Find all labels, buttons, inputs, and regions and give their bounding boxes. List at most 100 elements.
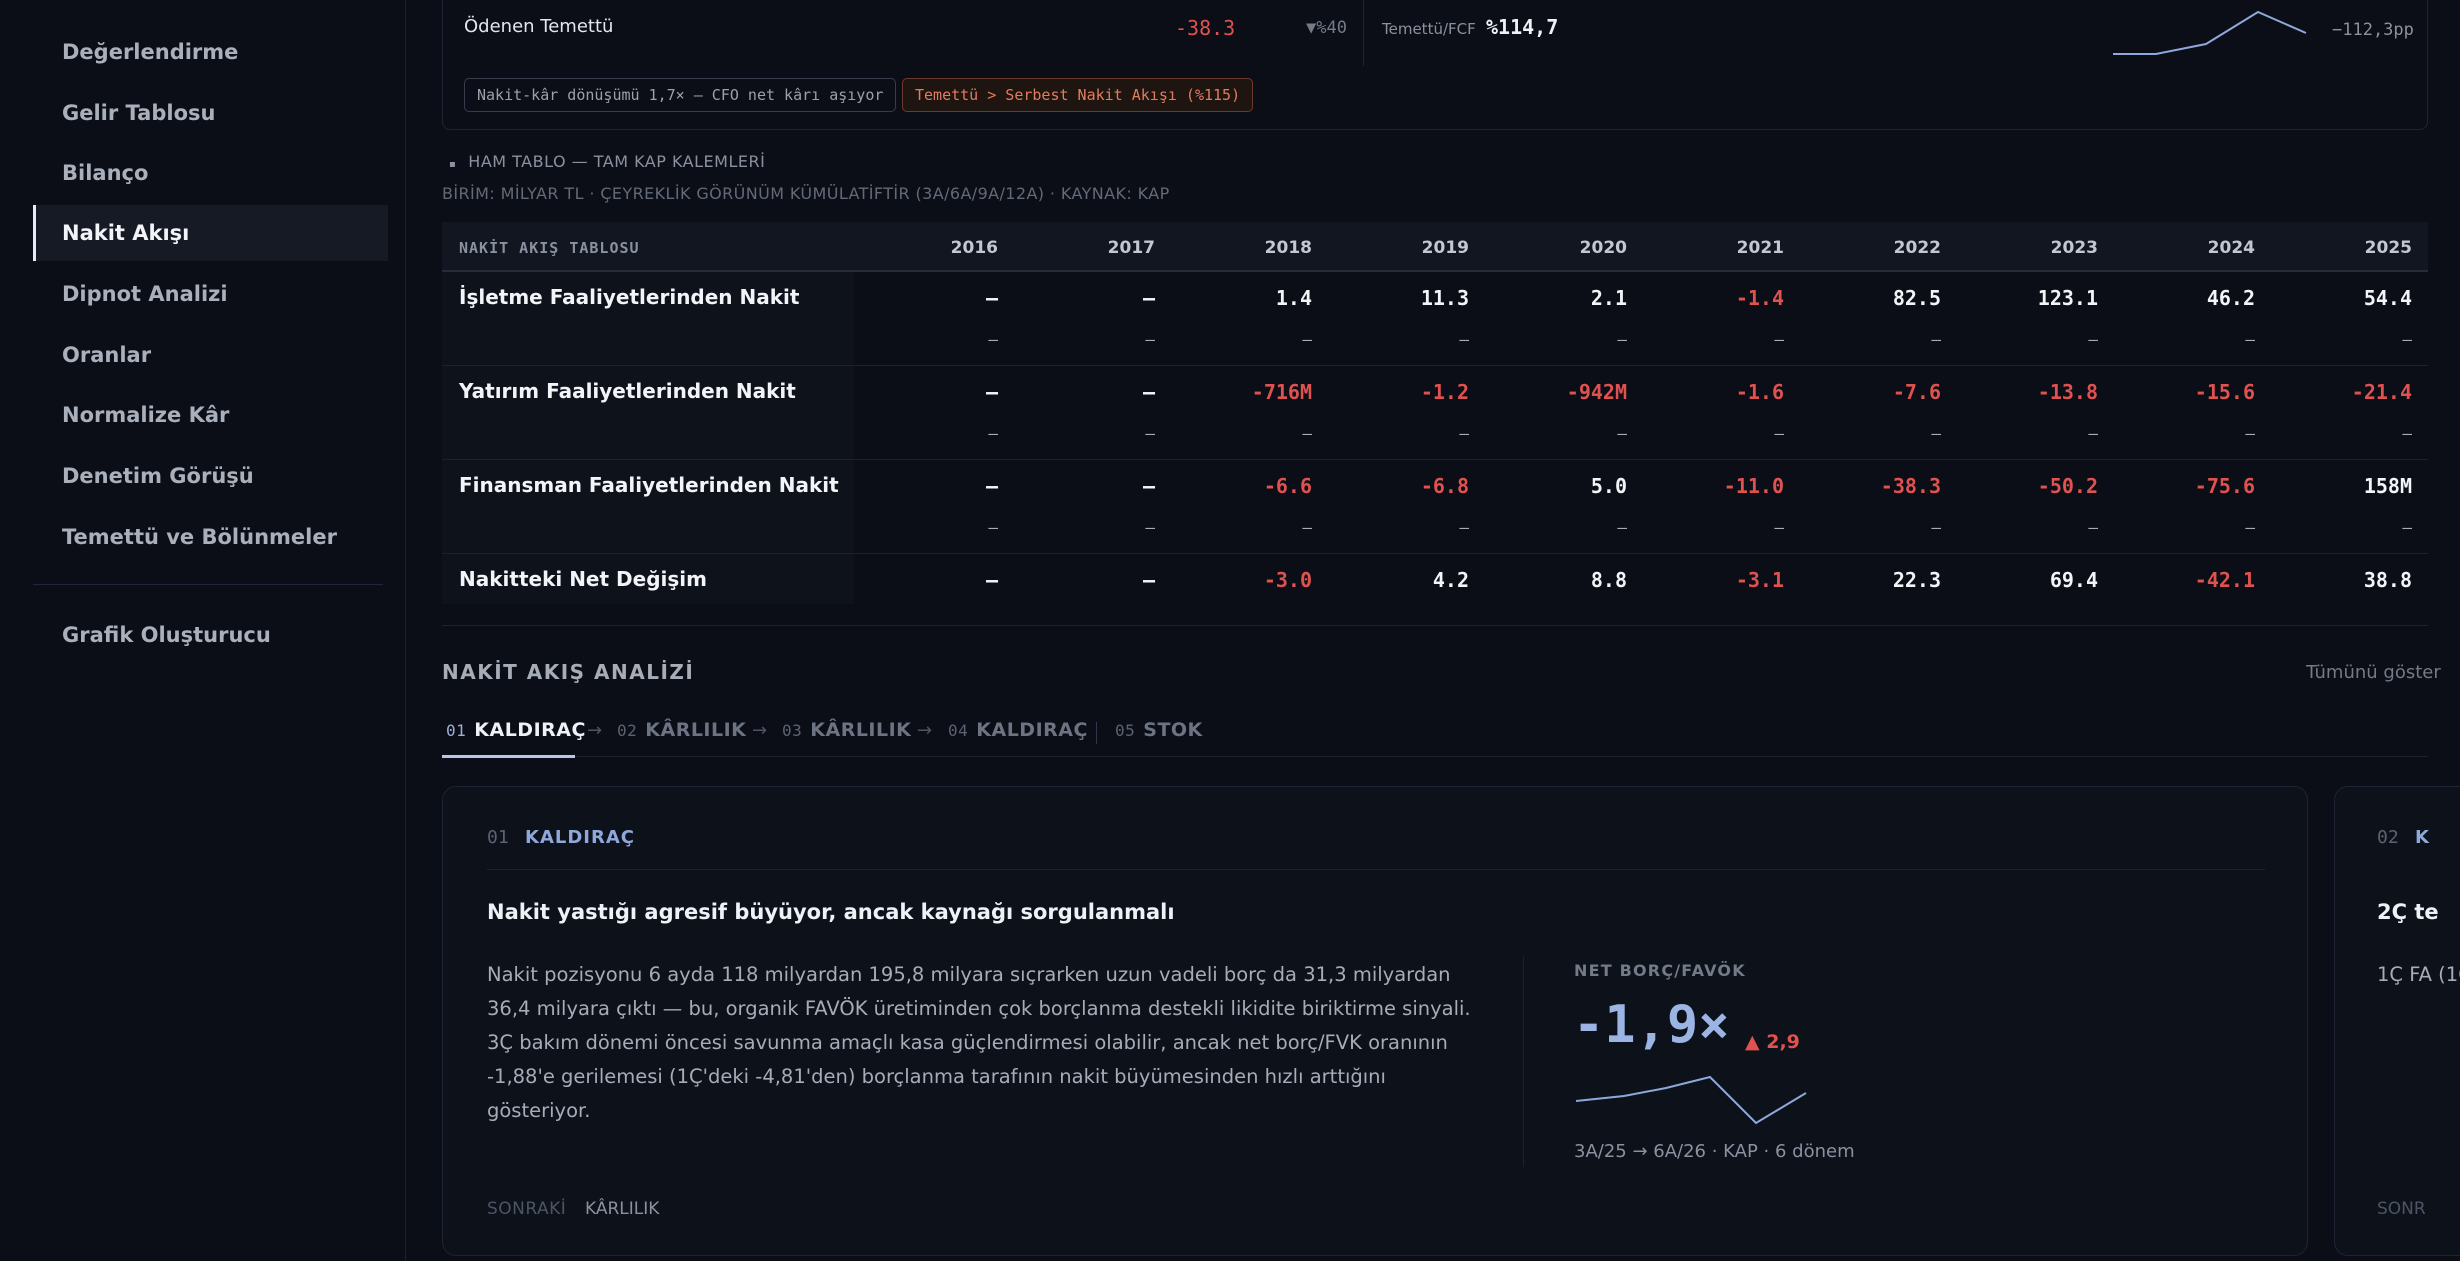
table-subcell: — [1774,330,1784,349]
table-cell: 123.1 [2037,286,2098,310]
year-header: 2021 [1736,238,1784,258]
table-cell: — [985,380,998,404]
dividend-fcf-sparkline [2113,10,2307,55]
sidebar-item-normalize-kar[interactable]: Normalize Kâr [33,387,388,443]
table-subcell: — [2088,518,2098,537]
table-cell: -11.0 [1723,474,1784,498]
table-cell: -13.8 [2037,380,2098,404]
show-all-link[interactable]: Tümünü göster [2306,662,2441,683]
table-cell: -6.8 [1420,474,1469,498]
tab-label: KÂRLILIK [810,719,912,741]
tab-label: KALDIRAÇ [976,719,1088,741]
table-subcell: — [1931,518,1941,537]
table-cell: 5.0 [1590,474,1627,498]
sidebar-item-bilanco[interactable]: Bilanço [33,145,388,201]
tab-karlilik-03[interactable]: 03 KÂRLILIK [782,719,911,741]
row-label: Nakitteki Net Değişim [459,567,707,591]
table-cell: -42.1 [2194,568,2255,592]
table-subcell: — [1774,424,1784,443]
table-cell: -15.6 [2194,380,2255,404]
sidebar-divider [33,584,383,585]
dividend-warning-tag: Temettü > Serbest Nakit Akışı (%115) [902,78,1254,112]
table-subcell: — [2245,330,2255,349]
tab-stok-05[interactable]: 05 STOK [1115,719,1203,741]
card-category: K [2415,827,2429,848]
table-subcell: — [2245,518,2255,537]
table-subcell: — [1459,330,1469,349]
metric-footer: 3A/25 → 6A/26 · KAP · 6 dönem [1574,1141,1855,1162]
next-label: SONR [2377,1199,2426,1219]
raw-table-title: HAM TABLO — TAM KAP KALEMLERİ [468,152,766,171]
raw-table-subtitle: BİRİM: MİLYAR TL · ÇEYREKLİK GÖRÜNÜM KÜM… [442,184,1170,203]
table-cell: 8.8 [1590,568,1627,592]
next-link[interactable]: KÂRLILIK [585,1199,659,1219]
table-cell: — [985,568,998,592]
table-cell: — [1142,474,1155,498]
table-subcell: — [1145,518,1155,537]
table-subcell: — [1774,518,1784,537]
sidebar-item-oranlar[interactable]: Oranlar [33,327,388,383]
tabs-baseline [442,756,2428,757]
table-subcell: — [2088,424,2098,443]
table-subcell: — [1459,424,1469,443]
analysis-title: NAKİT AKIŞ ANALİZİ [442,660,695,684]
table-subcell: — [988,424,998,443]
table-cell: 38.8 [2363,568,2412,592]
arrow-right-icon: → [752,720,768,741]
year-header: 2019 [1421,238,1469,258]
tab-label: KALDIRAÇ [474,719,586,741]
table-cell: 2.1 [1590,286,1627,310]
table-header: NAKİT AKIŞ TABLOSU 2016 2017 2018 2019 2… [442,222,2428,272]
table-subcell: — [1459,518,1469,537]
table-header-label: NAKİT AKIŞ TABLOSU [459,239,640,257]
year-header: 2018 [1264,238,1312,258]
tab-kaldirac-01[interactable]: 01 KALDIRAÇ [446,719,586,741]
row-label: İşletme Faaliyetlerinden Nakit [459,285,800,309]
raw-table-toggle[interactable]: ▪ HAM TABLO — TAM KAP KALEMLERİ [449,152,765,171]
arrow-right-icon: → [917,720,933,741]
table-cell: -1.6 [1735,380,1784,404]
table-cell: 69.4 [2049,568,2098,592]
table-cell: -7.6 [1892,380,1941,404]
tab-number: 05 [1115,721,1136,740]
insight-card-next[interactable]: 02 K 2Ç te 1Ç FA (1Ç'n komb SONR [2334,786,2460,1256]
dividend-paid-value: -38.3 [1175,16,1236,40]
sidebar-item-nakit-akisi[interactable]: Nakit Akışı [33,205,388,261]
sidebar-item-temettu[interactable]: Temettü ve Bölünmeler [33,509,388,565]
tab-karlilik-02[interactable]: 02 KÂRLILIK [617,719,746,741]
dividend-paid-label: Ödenen Temettü [464,16,614,37]
arrow-right-icon: → [587,720,603,741]
active-tab-indicator [442,755,575,758]
sidebar: Değerlendirme Gelir Tablosu Bilanço Naki… [0,0,406,1261]
table-subcell: — [2088,330,2098,349]
card-body: 1Ç FA (1Ç'n komb [2377,963,2460,986]
tab-kaldirac-04[interactable]: 04 KALDIRAÇ [948,719,1088,741]
table-subcell: — [2402,518,2412,537]
sidebar-item-denetim-gorusu[interactable]: Denetim Görüşü [33,448,388,504]
row-label: Finansman Faaliyetlerinden Nakit [459,473,839,497]
table-cell: — [1142,568,1155,592]
card-number: 02 [2377,827,2399,848]
table-cell: 158M [2363,474,2412,498]
table-cell: -50.2 [2037,474,2098,498]
table-cell: -3.1 [1735,568,1784,592]
table-subcell: — [1931,330,1941,349]
row-label: Yatırım Faaliyetlerinden Nakit [459,379,796,403]
table-cell: 4.2 [1432,568,1469,592]
sidebar-item-gelir-tablosu[interactable]: Gelir Tablosu [33,85,388,141]
table-subcell: — [1617,518,1627,537]
table-subcell: — [2402,330,2412,349]
year-header: 2016 [950,238,998,258]
table-cell: -716M [1251,380,1312,404]
table-subcell: — [1302,518,1312,537]
metric-value: -1,9× [1573,995,1730,1055]
year-header: 2022 [1893,238,1941,258]
dividend-fcf-label: Temettü/FCF [1382,20,1476,38]
table-subcell: — [1617,424,1627,443]
table-cell: 1.4 [1275,286,1312,310]
sidebar-item-dipnot-analizi[interactable]: Dipnot Analizi [33,266,388,322]
tab-number: 01 [446,721,467,740]
sidebar-item-degerlendirme[interactable]: Değerlendirme [33,24,388,80]
metric-label: NET BORÇ/FAVÖK [1574,961,1746,980]
sidebar-item-grafik-olusturucu[interactable]: Grafik Oluşturucu [33,607,388,663]
